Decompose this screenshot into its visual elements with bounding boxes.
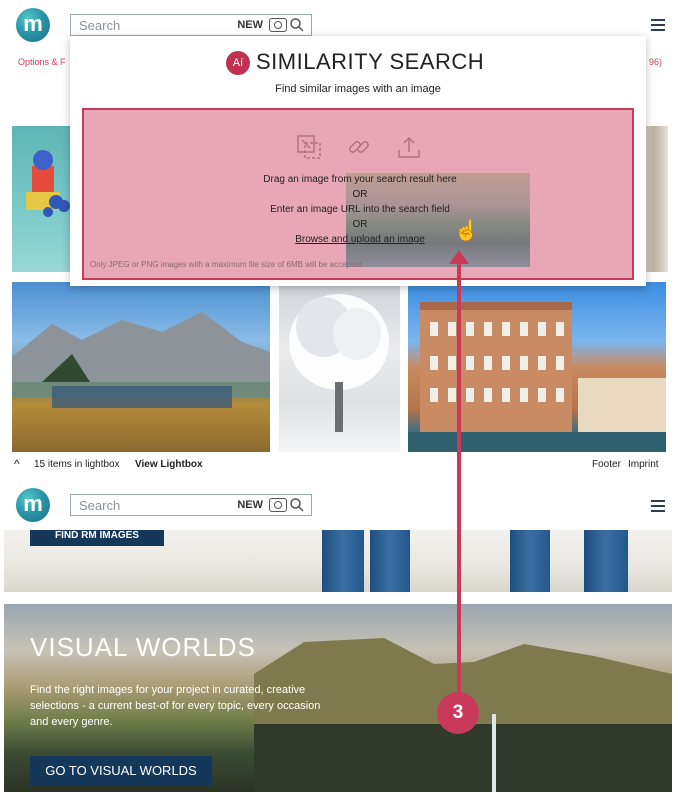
- camera-icon[interactable]: [269, 18, 287, 32]
- lightbox-bar: ^ 15 items in lightbox View Lightbox Foo…: [0, 452, 678, 476]
- go-to-visual-worlds-button[interactable]: GO TO VISUAL WORLDS: [30, 756, 212, 786]
- image-tile-snow-tree[interactable]: [279, 282, 400, 452]
- image-tile-venice[interactable]: [408, 282, 666, 452]
- search-input[interactable]: Search: [79, 498, 120, 513]
- drag-instruction: Drag an image from your search result he…: [263, 174, 457, 185]
- mountain-image: [12, 312, 270, 408]
- hamburger-menu-icon[interactable]: [651, 500, 665, 512]
- toy-figure-image: [26, 150, 70, 217]
- annotation-arrowhead: [449, 250, 469, 264]
- logo-letter: m: [23, 491, 43, 516]
- chevron-up-icon[interactable]: ^: [14, 457, 20, 471]
- or-divider: OR: [352, 189, 368, 200]
- image-dropzone[interactable]: Drag an image from your search result he…: [82, 108, 634, 280]
- file-limit-note: Only JPEG or PNG images with a maximum f…: [90, 260, 363, 269]
- header: m Search NEW: [0, 478, 678, 528]
- bottom-screenshot: m Search NEW FIND RM IMAGES VISUAL WORLD…: [0, 478, 678, 792]
- find-rm-images-button[interactable]: FIND RM IMAGES: [30, 530, 164, 546]
- search-bar[interactable]: Search NEW: [70, 494, 312, 516]
- similarity-subtitle: Find similar images with an image: [275, 83, 441, 95]
- view-lightbox-link[interactable]: View Lightbox: [135, 459, 203, 470]
- jeans-leg: [510, 530, 550, 592]
- step-number-badge: 3: [437, 692, 479, 734]
- ai-badge-icon: Aí: [226, 51, 250, 75]
- hero-title: VISUAL WORLDS: [30, 632, 256, 662]
- drag-drop-icon: [297, 135, 321, 159]
- or-divider: OR: [352, 219, 368, 230]
- browse-line: Browse and upload an image: [84, 234, 636, 245]
- logo-letter: m: [23, 11, 43, 36]
- footer-link[interactable]: Footer: [592, 459, 621, 470]
- hero-description: Find the right images for your project i…: [30, 684, 321, 728]
- venice-image: [408, 302, 666, 452]
- jeans-leg: [322, 530, 364, 592]
- search-bar[interactable]: Search NEW: [70, 14, 312, 36]
- url-instruction: Enter an image URL into the search field: [270, 204, 450, 215]
- hamburger-menu-icon[interactable]: [651, 19, 665, 31]
- camera-icon[interactable]: [269, 498, 287, 512]
- image-tile-building[interactable]: [644, 126, 668, 272]
- logo[interactable]: m: [16, 8, 50, 42]
- image-tile-toy[interactable]: [12, 126, 72, 272]
- annotation-arrow: [457, 262, 461, 694]
- image-tile-mountain-lake[interactable]: [12, 282, 270, 452]
- visual-worlds-hero: VISUAL WORLDS Find the right images for …: [4, 604, 672, 792]
- new-label: NEW: [237, 19, 263, 31]
- top-screenshot: m Search NEW Options & F 96) ^ 15 items …: [0, 0, 678, 478]
- search-input[interactable]: Search: [79, 18, 120, 33]
- browse-upload-link[interactable]: Browse and upload an image: [295, 234, 425, 245]
- imprint-link[interactable]: Imprint: [628, 459, 659, 470]
- magnifier-icon[interactable]: [289, 17, 305, 33]
- similarity-search-panel: Aí SIMILARITY SEARCH Find similar images…: [70, 36, 646, 286]
- jeans-leg: [370, 530, 410, 592]
- hand-cursor-icon: ☝: [454, 220, 479, 242]
- jeans-leg: [584, 530, 628, 592]
- result-count: 96): [648, 57, 662, 67]
- logo[interactable]: m: [16, 488, 50, 522]
- lightbox-count: 15 items in lightbox: [34, 459, 120, 470]
- link-icon: [349, 141, 369, 153]
- similarity-title: SIMILARITY SEARCH: [256, 49, 485, 74]
- magnifier-icon[interactable]: [289, 497, 305, 513]
- snow-tree-image: [289, 294, 389, 432]
- upload-icon: [398, 136, 420, 158]
- new-label: NEW: [237, 499, 263, 511]
- options-link[interactable]: Options & F: [18, 57, 66, 67]
